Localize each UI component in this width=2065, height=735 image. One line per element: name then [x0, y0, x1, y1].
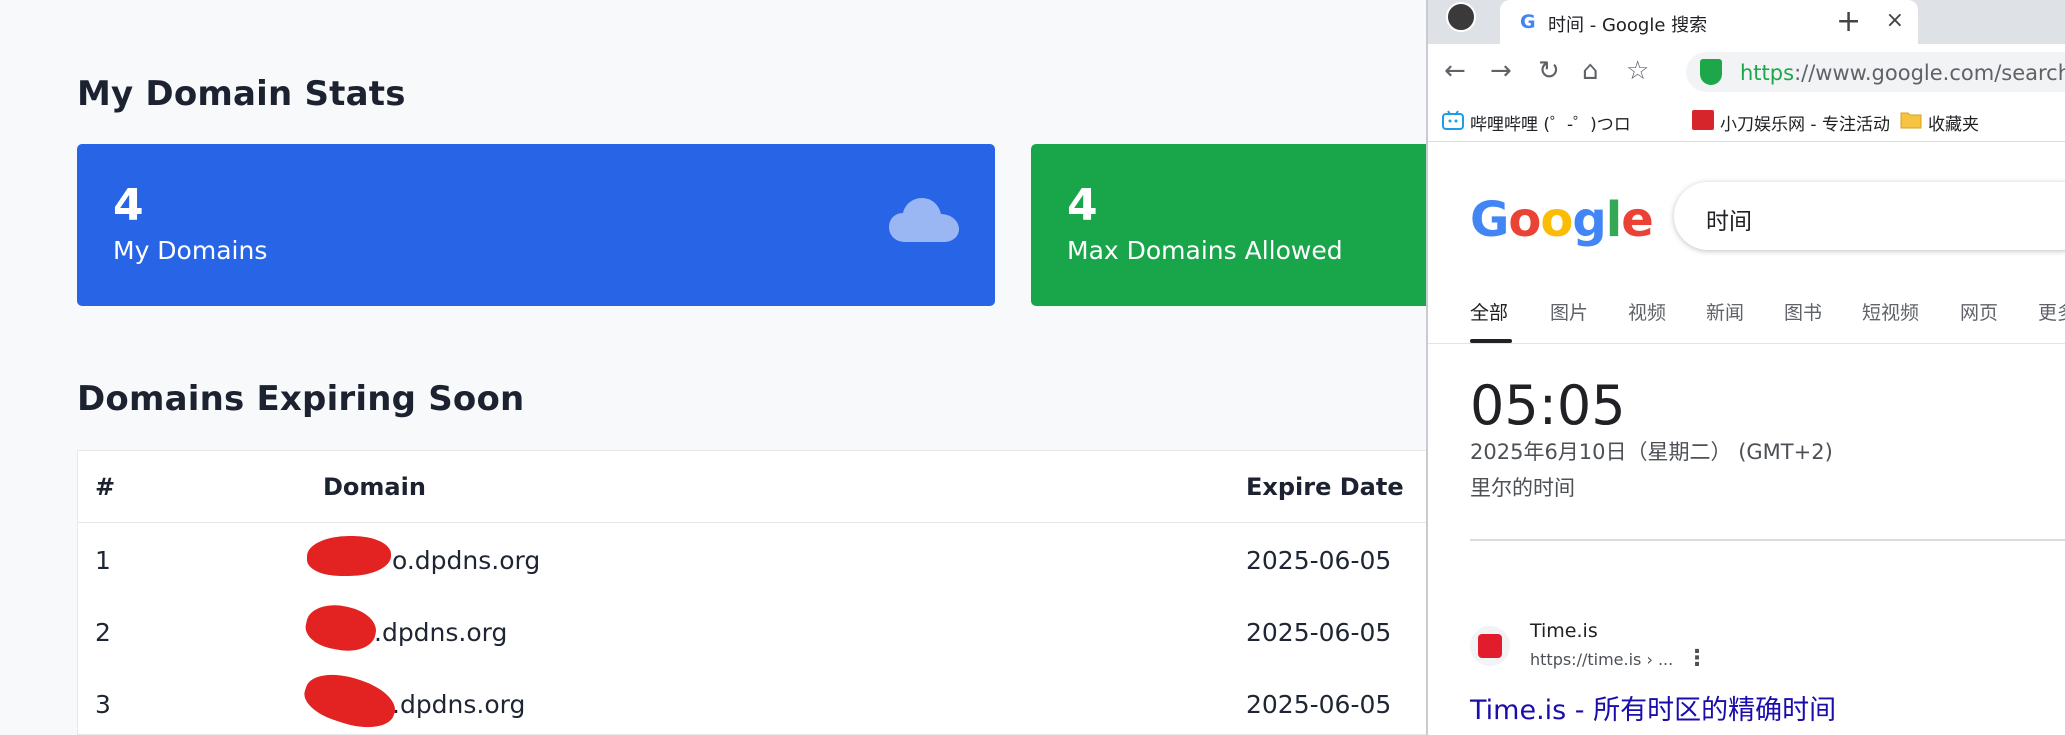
active-tab-underline: [1470, 339, 1512, 343]
secure-shield-icon: [1700, 59, 1722, 85]
row-number: 1: [95, 546, 111, 575]
max-domains-card[interactable]: 4 Max Domains Allowed: [1031, 144, 1451, 306]
tab-bar: G 时间 - Google 搜索 × +: [1428, 0, 2065, 44]
result-title-link[interactable]: Time.is - 所有时区的精确时间: [1470, 688, 1836, 727]
row-expire-date: 2025-06-05: [1246, 618, 1392, 647]
my-domains-card[interactable]: 4 My Domains: [77, 144, 995, 306]
address-bar[interactable]: https://www.google.com/search?q: [1686, 52, 2065, 92]
header-number: #: [95, 473, 116, 501]
redaction-mark: [299, 664, 401, 735]
clock-date: 2025年6月10日（星期二） (GMT+2): [1470, 440, 1833, 464]
google-logo[interactable]: Google: [1470, 192, 1654, 248]
cloud-icon: [889, 198, 959, 242]
bookmark-bilibili[interactable]: 哔哩哔哩 (゜-゜)つロ: [1470, 110, 1631, 135]
tab-short-videos[interactable]: 短视频: [1862, 298, 1919, 325]
search-tabs: 全部 图片 视频 新闻 图书 短视频 网页 更多: [1428, 292, 2065, 344]
row-number: 3: [95, 690, 111, 719]
bilibili-icon: [1442, 110, 1464, 130]
divider: [1470, 539, 2065, 541]
folder-icon: [1900, 112, 1922, 129]
row-expire-date: 2025-06-05: [1246, 546, 1392, 575]
header-domain: Domain: [323, 473, 426, 501]
header-expire-date: Expire Date: [1246, 473, 1404, 501]
row-domain: .dpdns.org: [374, 618, 508, 647]
row-expire-date: 2025-06-05: [1246, 690, 1392, 719]
tab-images[interactable]: 图片: [1550, 298, 1588, 325]
row-number: 2: [95, 618, 111, 647]
my-domains-label: My Domains: [113, 236, 268, 265]
table-row[interactable]: 1 o.dpdns.org 2025-06-05: [78, 524, 1426, 596]
tab-title: 时间 - Google 搜索: [1548, 15, 1708, 36]
my-domains-count: 4: [113, 180, 144, 231]
search-input[interactable]: 时间: [1674, 182, 2065, 250]
stats-heading: My Domain Stats: [77, 74, 406, 114]
home-icon[interactable]: ⌂: [1582, 56, 1599, 86]
tab-books[interactable]: 图书: [1784, 298, 1822, 325]
bookmark-folder[interactable]: 收藏夹: [1928, 110, 1979, 135]
tab-news[interactable]: 新闻: [1706, 298, 1744, 325]
row-domain: .dpdns.org: [392, 690, 526, 719]
table-header: # Domain Expire Date: [78, 451, 1426, 523]
new-tab-button[interactable]: +: [1836, 4, 1861, 39]
dashboard: My Domain Stats 4 My Domains 4 Max Domai…: [0, 0, 1451, 735]
search-query: 时间: [1706, 209, 1752, 235]
back-arrow-icon[interactable]: ←: [1444, 56, 1466, 86]
bookmarks-bar: 哔哩哔哩 (゜-゜)つロ 小刀娱乐网 - 专注活动 收藏夹: [1428, 100, 2065, 142]
tab-web[interactable]: 网页: [1960, 298, 1998, 325]
redaction-mark: [302, 599, 380, 657]
expiring-domains-table: # Domain Expire Date 1 o.dpdns.org 2025-…: [77, 450, 1426, 735]
profile-avatar[interactable]: [1446, 2, 1476, 32]
tab-all[interactable]: 全部: [1470, 298, 1508, 325]
tab-videos[interactable]: 视频: [1628, 298, 1666, 325]
redaction-mark: [307, 536, 391, 576]
table-row[interactable]: 2 .dpdns.org 2025-06-05: [78, 596, 1426, 668]
close-tab-icon[interactable]: ×: [1886, 8, 1904, 33]
clock-location: 里尔的时间: [1470, 476, 1575, 500]
more-options-icon[interactable]: ⋮: [1686, 646, 1708, 671]
bookmark-xiaodao[interactable]: 小刀娱乐网 - 专注活动: [1720, 110, 1890, 135]
table-row[interactable]: 3 .dpdns.org 2025-06-05: [78, 664, 1426, 735]
browser-window: G 时间 - Google 搜索 × + ← → ↻ ⌂ ☆ https://w…: [1426, 0, 2065, 735]
navigation-bar: ← → ↻ ⌂ ☆ https://www.google.com/search?…: [1428, 44, 2065, 100]
result-url[interactable]: https://time.is › ...: [1530, 650, 1673, 669]
result-site-name[interactable]: Time.is: [1530, 620, 1598, 642]
timeis-favicon-icon: [1470, 626, 1510, 666]
row-domain: o.dpdns.org: [392, 546, 541, 575]
reload-icon[interactable]: ↻: [1538, 56, 1560, 86]
url-text: https://www.google.com/search?q: [1740, 61, 2065, 85]
expiring-heading: Domains Expiring Soon: [77, 379, 525, 419]
max-domains-label: Max Domains Allowed: [1067, 236, 1343, 265]
clock-time: 05:05: [1470, 374, 1626, 437]
xiaodao-icon: [1692, 110, 1714, 130]
favorites-star-icon[interactable]: ☆: [1626, 56, 1649, 86]
tab-more[interactable]: 更多: [2038, 298, 2065, 325]
max-domains-count: 4: [1067, 180, 1098, 231]
forward-arrow-icon[interactable]: →: [1490, 56, 1512, 86]
google-favicon-icon: G: [1520, 11, 1536, 33]
